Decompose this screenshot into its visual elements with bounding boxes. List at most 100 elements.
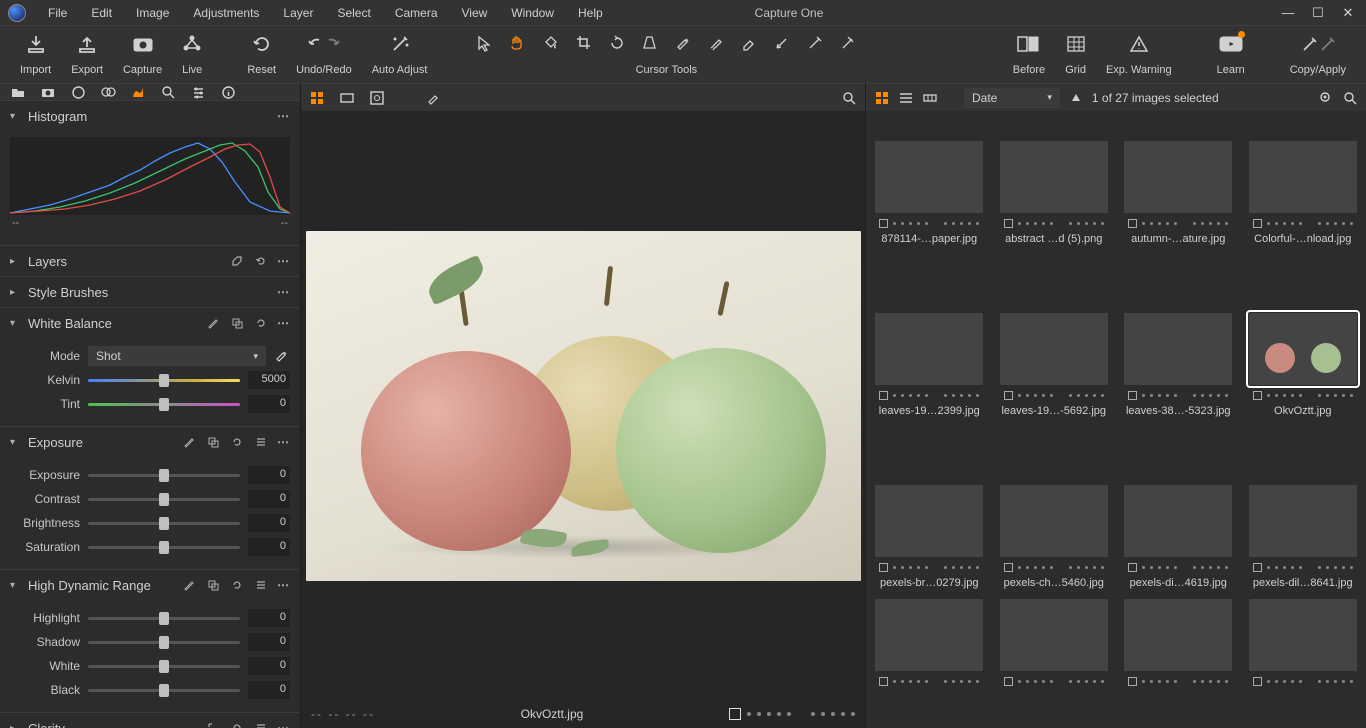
thumbnail-rating[interactable] [879,676,979,686]
menu-camera[interactable]: Camera [383,2,450,24]
exposure-slider[interactable] [88,474,240,477]
copy-icon[interactable] [205,434,221,450]
menu-image[interactable]: Image [124,2,181,24]
hdr-slider[interactable] [88,641,240,644]
copy-icon[interactable] [229,315,245,331]
preset-icon[interactable] [253,577,269,593]
window-maximize-icon[interactable]: ☐ [1308,5,1328,21]
exposure-slider[interactable] [88,522,240,525]
chevron-down-icon[interactable]: ▾ [10,437,20,448]
thumbnail-rating[interactable] [1253,562,1353,572]
section-menu-icon[interactable]: ⋯ [277,435,290,449]
tab-details-icon[interactable] [160,84,176,100]
section-menu-icon[interactable]: ⋯ [277,721,290,728]
tab-exposure-icon[interactable] [130,84,146,100]
hand-tool-icon[interactable] [509,35,525,54]
thumbnail[interactable]: pexels-di…4619.jpg [1123,485,1234,589]
kelvin-value[interactable]: 5000 [248,371,290,389]
hdr-slider[interactable] [88,665,240,668]
chevron-right-icon[interactable]: ▸ [10,256,20,267]
grid-button[interactable]: Grid [1055,32,1096,76]
exposure-value[interactable]: 0 [248,466,290,484]
thumbnail-rating[interactable] [1253,676,1353,686]
draw-icon[interactable] [181,434,197,450]
tint-slider[interactable] [88,403,240,406]
chevron-right-icon[interactable]: ▸ [10,287,20,298]
wb-mode-select[interactable]: Shot▾ [88,346,266,366]
viewer-rating[interactable] [729,708,855,720]
view-proof-icon[interactable] [369,90,385,106]
reset-icon[interactable] [253,315,269,331]
learn-button[interactable]: Learn [1207,32,1255,76]
browser-search-icon[interactable] [1342,90,1358,106]
section-menu-icon[interactable]: ⋯ [277,285,290,299]
heal-tool-icon[interactable] [840,35,855,53]
thumbnail-rating[interactable] [879,218,979,228]
auto-adjust-button[interactable]: Auto Adjust [362,32,438,76]
thumbnail[interactable]: pexels-dil…8641.jpg [1248,485,1359,589]
section-menu-icon[interactable]: ⋯ [277,316,290,330]
hdr-value[interactable]: 0 [248,657,290,675]
hdr-slider[interactable] [88,689,240,692]
section-menu-icon[interactable]: ⋯ [277,109,290,123]
window-minimize-icon[interactable]: — [1278,5,1298,20]
thumbnail-rating[interactable] [1004,562,1104,572]
rotate-tool-icon[interactable] [609,35,624,53]
tab-capture-icon[interactable] [40,84,56,100]
menu-select[interactable]: Select [325,2,382,24]
draw-icon[interactable] [205,315,221,331]
copy-icon[interactable] [205,577,221,593]
tab-color-icon[interactable] [100,84,116,100]
thumbnail[interactable]: leaves-19…-5692.jpg [999,313,1110,417]
thumbnail-rating[interactable] [1004,676,1104,686]
thumbnail-rating[interactable] [1128,218,1228,228]
sort-select[interactable]: Date▾ [964,88,1060,108]
tab-library-icon[interactable] [10,84,26,100]
hdr-value[interactable]: 0 [248,609,290,627]
menu-help[interactable]: Help [566,2,615,24]
thumbnail[interactable]: pexels-br…0279.jpg [874,485,985,589]
exposure-value[interactable]: 0 [248,514,290,532]
expand-icon[interactable] [205,720,221,728]
pointer-tool-icon[interactable] [477,35,491,54]
thumbnail-rating[interactable] [879,390,979,400]
thumbnail[interactable]: pexels-ch…5460.jpg [999,485,1110,589]
capture-button[interactable]: Capture [113,32,172,76]
brush-tool-icon[interactable] [708,35,723,53]
thumbnail-grid[interactable]: 878114-…paper.jpgabstract …d (5).pngautu… [866,111,1366,728]
reset-icon[interactable] [229,720,245,728]
thumbnail[interactable]: Colorful-…nload.jpg [1248,141,1359,245]
section-menu-icon[interactable]: ⋯ [277,578,290,592]
exp-warning-button[interactable]: Exp. Warning [1096,32,1182,76]
sort-direction-icon[interactable] [1068,90,1084,106]
browser-filmstrip-icon[interactable] [922,90,938,106]
menu-window[interactable]: Window [499,2,566,24]
thumbnail-rating[interactable] [1253,390,1353,400]
thumbnail[interactable] [1248,599,1359,691]
hdr-value[interactable]: 0 [248,681,290,699]
menu-layer[interactable]: Layer [271,2,325,24]
expand-icon[interactable] [229,253,245,269]
draw-icon[interactable] [181,577,197,593]
eraser-tool-icon[interactable] [741,35,756,53]
exposure-value[interactable]: 0 [248,538,290,556]
thumbnail[interactable]: autumn-…ature.jpg [1123,141,1234,245]
thumbnail[interactable]: 878114-…paper.jpg [874,141,985,245]
thumbnail-rating[interactable] [1128,390,1228,400]
thumbnail-rating[interactable] [1004,390,1104,400]
reset-button[interactable]: Reset [237,32,286,76]
tab-metadata-icon[interactable] [220,84,236,100]
browser-list-icon[interactable] [898,90,914,106]
menu-adjustments[interactable]: Adjustments [181,2,271,24]
keystone-tool-icon[interactable] [642,35,657,53]
live-button[interactable]: Live [172,32,212,76]
chevron-down-icon[interactable]: ▾ [10,318,20,329]
gradient-tool-icon[interactable] [774,35,789,53]
hdr-slider[interactable] [88,617,240,620]
reset-icon[interactable] [229,434,245,450]
thumbnail[interactable]: leaves-19…2399.jpg [874,313,985,417]
chevron-down-icon[interactable]: ▾ [10,580,20,591]
reset-icon[interactable] [253,253,269,269]
view-grid-icon[interactable] [309,90,325,106]
thumbnail[interactable] [874,599,985,691]
